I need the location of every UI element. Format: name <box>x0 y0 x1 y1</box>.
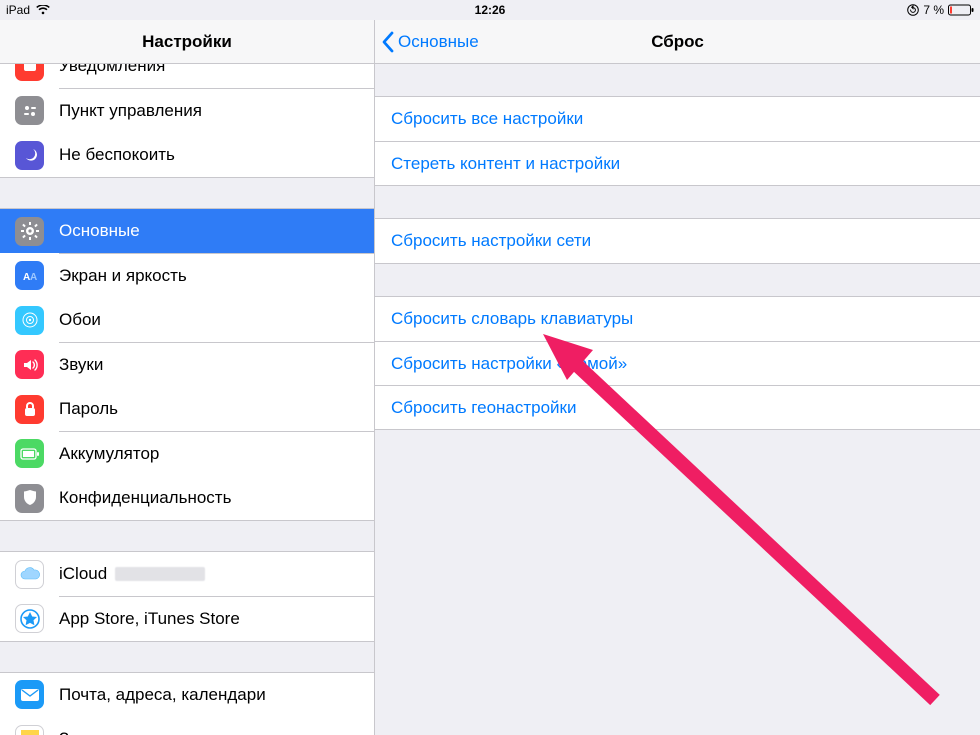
row-label: Сбросить настройки «Домой» <box>391 354 627 374</box>
device-name: iPad <box>6 3 30 17</box>
row-label: Сбросить словарь клавиатуры <box>391 309 633 329</box>
row-label: Сбросить геонастройки <box>391 398 577 418</box>
reset-location-privacy[interactable]: Сбросить геонастройки <box>375 385 980 429</box>
sidebar-item-privacy[interactable]: Конфиденциальность <box>0 476 374 520</box>
row-label: Стереть контент и настройки <box>391 154 620 174</box>
row-label: Уведомления <box>59 64 165 76</box>
sidebar-item-dnd[interactable]: Не беспокоить <box>0 133 374 177</box>
battery-percent: 7 % <box>923 3 944 17</box>
sidebar-group-1: Уведомления Пункт управления <box>0 64 374 178</box>
detail-header: Основные Сброс <box>375 20 980 64</box>
reset-group-1: Сбросить все настройки Стереть контент и… <box>375 96 980 186</box>
sidebar-group-3: iCloud App Store, iTunes Store <box>0 551 374 642</box>
sidebar-item-display[interactable]: AA Экран и яркость <box>0 254 374 298</box>
sidebar-item-sounds[interactable]: Звуки <box>0 343 374 387</box>
appstore-icon <box>15 604 44 633</box>
row-label: Не беспокоить <box>59 145 175 165</box>
sidebar-item-icloud[interactable]: iCloud <box>0 552 374 596</box>
row-label: Заметки <box>59 729 124 735</box>
status-bar: iPad 12:26 7 % <box>0 0 980 20</box>
sidebar-header: Настройки <box>0 20 374 64</box>
row-label: Почта, адреса, календари <box>59 685 266 705</box>
reset-keyboard-dictionary[interactable]: Сбросить словарь клавиатуры <box>375 297 980 341</box>
notes-icon <box>15 725 44 735</box>
privacy-icon <box>15 484 44 513</box>
erase-all-content[interactable]: Стереть контент и настройки <box>375 141 980 185</box>
detail-title: Сброс <box>651 32 704 52</box>
battery-settings-icon <box>15 439 44 468</box>
row-label: Основные <box>59 221 140 241</box>
icloud-icon <box>15 560 44 589</box>
sidebar-item-notes[interactable]: Заметки <box>0 717 374 735</box>
sidebar-item-wallpaper[interactable]: Обои <box>0 298 374 342</box>
passcode-icon <box>15 395 44 424</box>
sidebar-group-4: Почта, адреса, календари Заметки <box>0 672 374 735</box>
svg-text:A: A <box>30 272 37 283</box>
back-button[interactable]: Основные <box>381 31 479 53</box>
sounds-icon <box>15 350 44 379</box>
notifications-icon <box>15 64 44 81</box>
detail-pane: Основные Сброс Сбросить все настройки Ст… <box>375 20 980 735</box>
sidebar-item-control-center[interactable]: Пункт управления <box>0 89 374 133</box>
display-icon: AA <box>15 261 44 290</box>
row-label: Сбросить все настройки <box>391 109 583 129</box>
row-label: Обои <box>59 310 101 330</box>
control-center-icon <box>15 96 44 125</box>
sidebar-group-2: Основные AA Экран и яркость О <box>0 208 374 521</box>
row-label: Конфиденциальность <box>59 488 231 508</box>
row-label: Аккумулятор <box>59 444 159 464</box>
reset-group-2: Сбросить настройки сети <box>375 218 980 264</box>
gear-icon <box>15 217 44 246</box>
row-label: Звуки <box>59 355 103 375</box>
dnd-icon <box>15 141 44 170</box>
redacted-account <box>115 567 205 581</box>
sidebar-item-appstore[interactable]: App Store, iTunes Store <box>0 597 374 641</box>
sidebar-item-battery[interactable]: Аккумулятор <box>0 432 374 476</box>
row-label: iCloud <box>59 564 107 584</box>
reset-network[interactable]: Сбросить настройки сети <box>375 219 980 263</box>
settings-sidebar: Настройки Уведомления <box>0 20 375 735</box>
mail-icon <box>15 680 44 709</box>
row-label: Пункт управления <box>59 101 202 121</box>
sidebar-item-notifications[interactable]: Уведомления <box>0 64 374 88</box>
row-label: App Store, iTunes Store <box>59 609 240 629</box>
sidebar-item-general[interactable]: Основные <box>0 209 374 253</box>
sidebar-item-passcode[interactable]: Пароль <box>0 387 374 431</box>
reset-all-settings[interactable]: Сбросить все настройки <box>375 97 980 141</box>
rotation-lock-icon <box>907 4 919 16</box>
sidebar-title: Настройки <box>142 32 232 52</box>
wifi-icon <box>36 5 50 15</box>
sidebar-item-mail[interactable]: Почта, адреса, календари <box>0 673 374 717</box>
row-label: Пароль <box>59 399 118 419</box>
detail-body: Сбросить все настройки Стереть контент и… <box>375 64 980 430</box>
chevron-left-icon <box>381 31 394 53</box>
status-time: 12:26 <box>475 3 506 17</box>
reset-group-3: Сбросить словарь клавиатуры Сбросить нас… <box>375 296 980 430</box>
wallpaper-icon <box>15 306 44 335</box>
row-label: Экран и яркость <box>59 266 187 286</box>
row-label: Сбросить настройки сети <box>391 231 591 251</box>
battery-icon <box>948 4 974 16</box>
reset-home-layout[interactable]: Сбросить настройки «Домой» <box>375 341 980 385</box>
back-label: Основные <box>398 32 479 52</box>
